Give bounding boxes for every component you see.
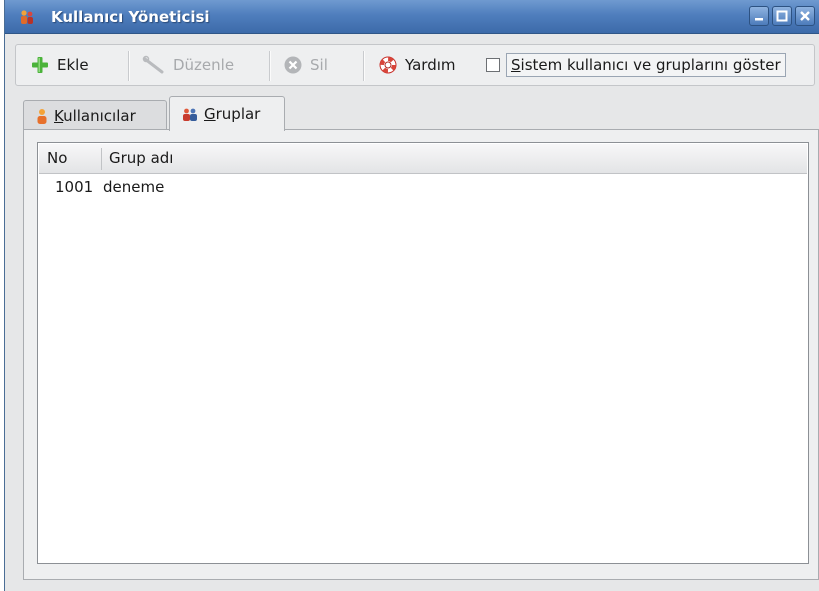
window-title: Kullanıcı Yöneticisi [51, 8, 210, 26]
add-button-label: Ekle [57, 56, 89, 74]
help-button[interactable]: Yardım [378, 52, 456, 78]
plus-icon [32, 57, 48, 73]
toolbar-separator [363, 51, 365, 81]
table-row[interactable]: 1001 deneme [39, 175, 807, 199]
group-icon [183, 108, 197, 121]
user-icon [37, 108, 47, 124]
help-button-label: Yardım [405, 56, 456, 74]
cell-group-no: 1001 [55, 178, 94, 196]
tab-users-label: Kullanıcılar [54, 107, 136, 125]
add-button[interactable]: Ekle [30, 52, 89, 78]
edit-button-label: Düzenle [173, 56, 235, 74]
close-button[interactable] [795, 6, 815, 26]
maximize-icon [776, 10, 788, 22]
column-header-no[interactable]: No [39, 144, 101, 173]
column-header-group-name[interactable]: Grup adı [101, 144, 807, 173]
tab-groups-text: ruplar [215, 105, 261, 123]
cell-group-name: deneme [103, 178, 165, 196]
toolbar-separator [269, 51, 271, 81]
delete-button-label: Sil [310, 56, 328, 74]
tab-groups[interactable]: Gruplar [169, 96, 285, 131]
toolbar-separator [128, 51, 130, 81]
show-system-toggle[interactable]: Sistem kullanıcı ve gruplarını göster [486, 51, 786, 79]
edit-button[interactable]: Düzenle [142, 52, 234, 78]
app-users-icon [21, 10, 33, 24]
title-bar[interactable]: Kullanıcı Yöneticisi [5, 0, 819, 34]
toolbar: Ekle Düzenle Sil Yardım Sistem kullanıcı… [15, 44, 815, 86]
wrench-icon [142, 55, 164, 74]
groups-table[interactable]: No Grup adı 1001 deneme [37, 142, 809, 564]
show-system-label-text: istem kullanıcı ve gruplarını göster [520, 56, 781, 74]
minimize-button[interactable] [749, 6, 769, 26]
tab-users-text: ullanıcılar [63, 106, 136, 125]
lifebuoy-icon [379, 56, 397, 74]
tab-users-accel: K [54, 106, 64, 125]
show-system-checkbox[interactable] [486, 58, 500, 72]
delete-button[interactable]: Sil [283, 52, 328, 78]
tab-users[interactable]: Kullanıcılar [23, 100, 167, 130]
show-system-label-accel: S [511, 56, 521, 74]
show-system-label[interactable]: Sistem kullanıcı ve gruplarını göster [506, 53, 786, 77]
window-bottom-edge [5, 581, 819, 591]
tab-groups-label: Gruplar [204, 105, 260, 123]
groups-tab-panel: No Grup adı 1001 deneme [23, 129, 819, 580]
maximize-button[interactable] [772, 6, 792, 26]
delete-circle-icon [284, 56, 302, 74]
user-manager-window: Kullanıcı Yöneticisi Ekle Düzenle Sil Ya… [4, 0, 819, 591]
tab-groups-accel: G [204, 105, 216, 123]
table-header: No Grup adı [39, 144, 807, 174]
close-icon [800, 11, 810, 21]
minimize-icon [755, 18, 763, 21]
